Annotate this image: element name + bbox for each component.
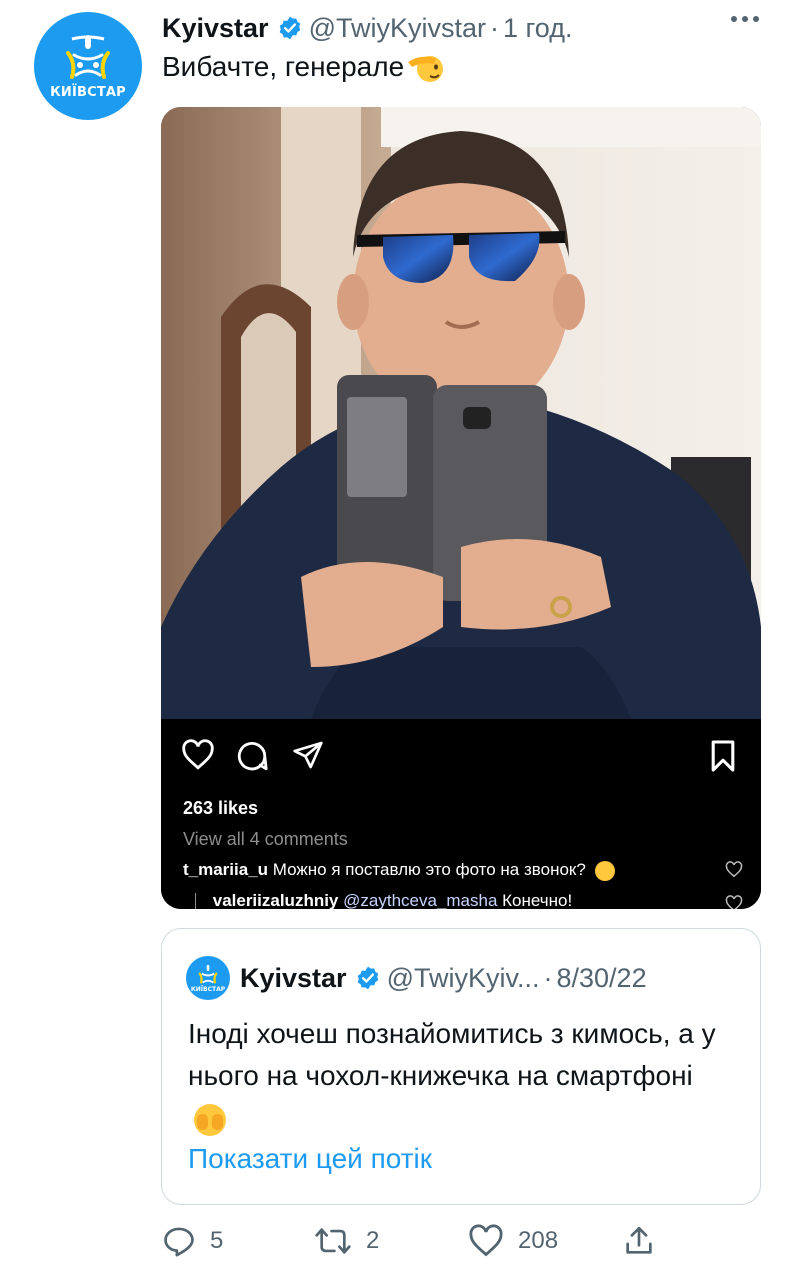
quoted-tweet-header: Kyivstar @TwiyKyiv... · 8/30/22: [240, 959, 647, 997]
tweet-text-content: Вибачте, генерале: [162, 51, 405, 82]
separator-dot: ·: [543, 962, 553, 993]
kyivstar-logo-icon: [66, 34, 110, 79]
share-icon[interactable]: [291, 739, 325, 771]
quoted-tweet-text-content: Іноді хочеш познайомитись з кимось, а у …: [188, 1018, 716, 1091]
comment-heart-icon[interactable]: [725, 895, 743, 909]
retweet-button[interactable]: 2: [314, 1218, 379, 1264]
quoted-author-handle: @TwiyKyiv...: [386, 962, 540, 993]
bookmark-icon[interactable]: [709, 739, 737, 773]
comment-text: Конечно!: [502, 891, 573, 909]
comment-text: Можно я поставлю это фото на звонок?: [272, 860, 586, 879]
reply-button[interactable]: 5: [162, 1218, 223, 1264]
tweet-text: Вибачте, генерале: [162, 50, 446, 84]
grinning-face-emoji-icon: [594, 860, 615, 881]
reply-icon: [164, 1227, 194, 1257]
retweet-count: 2: [366, 1227, 380, 1254]
author-name[interactable]: Kyivstar: [162, 13, 269, 44]
show-thread-link[interactable]: Показати цей потік: [188, 1143, 432, 1175]
share-upload-icon: [626, 1226, 652, 1254]
retweet-icon: [315, 1228, 351, 1254]
tweet-actions: 5 2 208: [160, 1218, 680, 1264]
like-icon: [469, 1224, 503, 1257]
reply-count: 5: [210, 1227, 224, 1254]
share-button[interactable]: [622, 1218, 656, 1264]
tweet-media[interactable]: 263 likes View all 4 comments t_mariia_u…: [161, 107, 761, 909]
quoted-tweet-text: Іноді хочеш познайомитись з кимось, а у …: [188, 1013, 728, 1139]
like-count: 208: [518, 1227, 559, 1254]
comment-user[interactable]: t_mariia_u: [183, 860, 268, 879]
comment-reply: valeriizaluzhniy @zaythceva_masha Конечн…: [195, 891, 572, 909]
comment-heart-icon[interactable]: [725, 861, 743, 878]
view-comments-link[interactable]: View all 4 comments: [183, 829, 348, 850]
quoted-tweet-date: 8/30/22: [556, 962, 647, 993]
more-options-icon[interactable]: [731, 16, 759, 22]
face-with-hand-over-eyes-emoji-icon: [194, 1103, 226, 1136]
instagram-panel: 263 likes View all 4 comments t_mariia_u…: [161, 719, 761, 909]
comment-mention[interactable]: @zaythceva_masha: [343, 891, 497, 909]
avatar-brand-text: КИЇВСТАР: [50, 84, 126, 100]
verified-badge-icon: [279, 16, 300, 40]
author-handle[interactable]: @TwiyKyivstar: [309, 13, 486, 44]
quoted-avatar[interactable]: КИЇВСТАР: [186, 956, 230, 1000]
separator-dot: ·: [490, 12, 500, 43]
comment: t_mariia_u Можно я поставлю это фото на …: [183, 860, 615, 881]
likes-count[interactable]: 263 likes: [183, 798, 258, 819]
tweet-header: Kyivstar @TwiyKyivstar · 1 год.: [162, 8, 765, 48]
tweet-time[interactable]: 1 год.: [503, 13, 572, 44]
verified-badge-icon: [357, 966, 378, 990]
quoted-author-name: Kyivstar: [240, 962, 347, 993]
avatar-brand-text: КИЇВСТАР: [190, 985, 226, 993]
comment-user[interactable]: valeriizaluzhniy: [213, 891, 339, 909]
comment-icon[interactable]: [235, 739, 269, 773]
avatar[interactable]: КИЇВСТАР: [34, 12, 142, 120]
like-button[interactable]: 208: [468, 1218, 558, 1264]
heart-icon[interactable]: [181, 739, 215, 771]
kyivstar-logo-icon: [198, 964, 218, 984]
photo-image: [161, 107, 761, 719]
saluting-face-emoji-icon: [408, 56, 444, 82]
quoted-tweet[interactable]: КИЇВСТАР Kyivstar @TwiyKyiv... · 8/30/22…: [161, 928, 761, 1205]
